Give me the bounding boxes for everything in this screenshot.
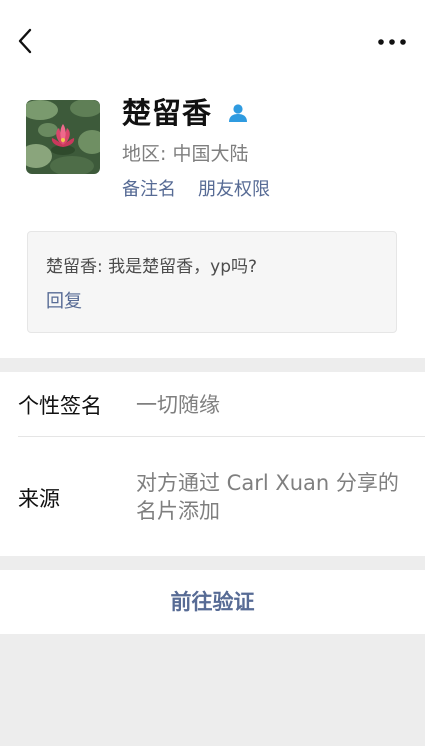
reply-link[interactable]: 回复 bbox=[46, 289, 82, 315]
remark-name-link[interactable]: 备注名 bbox=[122, 177, 176, 203]
row-divider bbox=[18, 436, 425, 437]
signature-value: 一切随缘 bbox=[136, 393, 220, 417]
lotus-avatar-photo bbox=[26, 100, 100, 174]
signature-label: 个性签名 bbox=[18, 394, 102, 418]
profile-name: 楚留香 bbox=[122, 96, 213, 130]
source-value: 对方通过 Carl Xuan 分享的名片添加 bbox=[136, 471, 399, 523]
details-panel: 个性签名 一切随缘 来源 对方通过 Carl Xuan 分享的名片添加 bbox=[0, 372, 425, 556]
nav-bar bbox=[0, 0, 425, 84]
verify-button-label: 前往验证 bbox=[170, 590, 255, 614]
more-button[interactable] bbox=[375, 26, 411, 56]
message-text: 楚留香: 我是楚留香，yp吗? bbox=[46, 257, 258, 277]
friend-permissions-link[interactable]: 朋友权限 bbox=[198, 177, 270, 203]
more-dots-icon bbox=[378, 39, 406, 45]
back-chevron-icon bbox=[18, 28, 32, 54]
verify-button[interactable]: 前往验证 bbox=[0, 570, 425, 634]
region-text: 地区: 中国大陆 bbox=[122, 143, 249, 165]
verification-message-box: 楚留香: 我是楚留香，yp吗? 回复 bbox=[27, 231, 397, 333]
source-label: 来源 bbox=[18, 487, 60, 511]
avatar[interactable] bbox=[26, 100, 100, 174]
person-icon bbox=[229, 104, 247, 122]
profile-panel: 楚留香 地区: 中国大陆 备注名 朋友权限 楚留香: 我是楚留香，yp吗? 回复 bbox=[0, 0, 425, 358]
back-button[interactable] bbox=[10, 24, 44, 58]
